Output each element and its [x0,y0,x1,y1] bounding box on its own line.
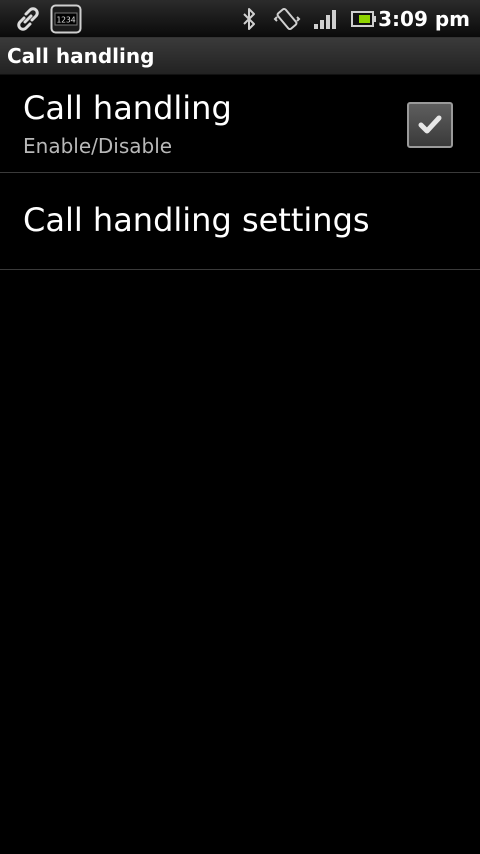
vibrate-icon [272,4,302,34]
dock-label: 1234 [56,16,75,25]
list-item-call-handling[interactable]: Call handling Enable/Disable [0,75,480,173]
status-bar: 1234 3:09 pm [0,0,480,38]
link-icon [12,4,44,34]
list-item-call-handling-settings[interactable]: Call handling settings [0,173,480,270]
battery-icon [350,4,378,34]
title-bar: Call handling [0,38,480,75]
call-handling-checkbox[interactable] [407,102,453,148]
checkmark-icon [418,115,442,134]
signal-icon [312,4,338,34]
page-title: Call handling [7,44,155,68]
list-item-summary: Enable/Disable [23,134,173,158]
list-item-title: Call handling settings [23,201,370,239]
dock-clock-icon: 1234 [50,4,82,34]
list-item-title: Call handling [23,89,232,127]
status-time: 3:09 pm [378,7,470,31]
bluetooth-icon [238,4,260,34]
